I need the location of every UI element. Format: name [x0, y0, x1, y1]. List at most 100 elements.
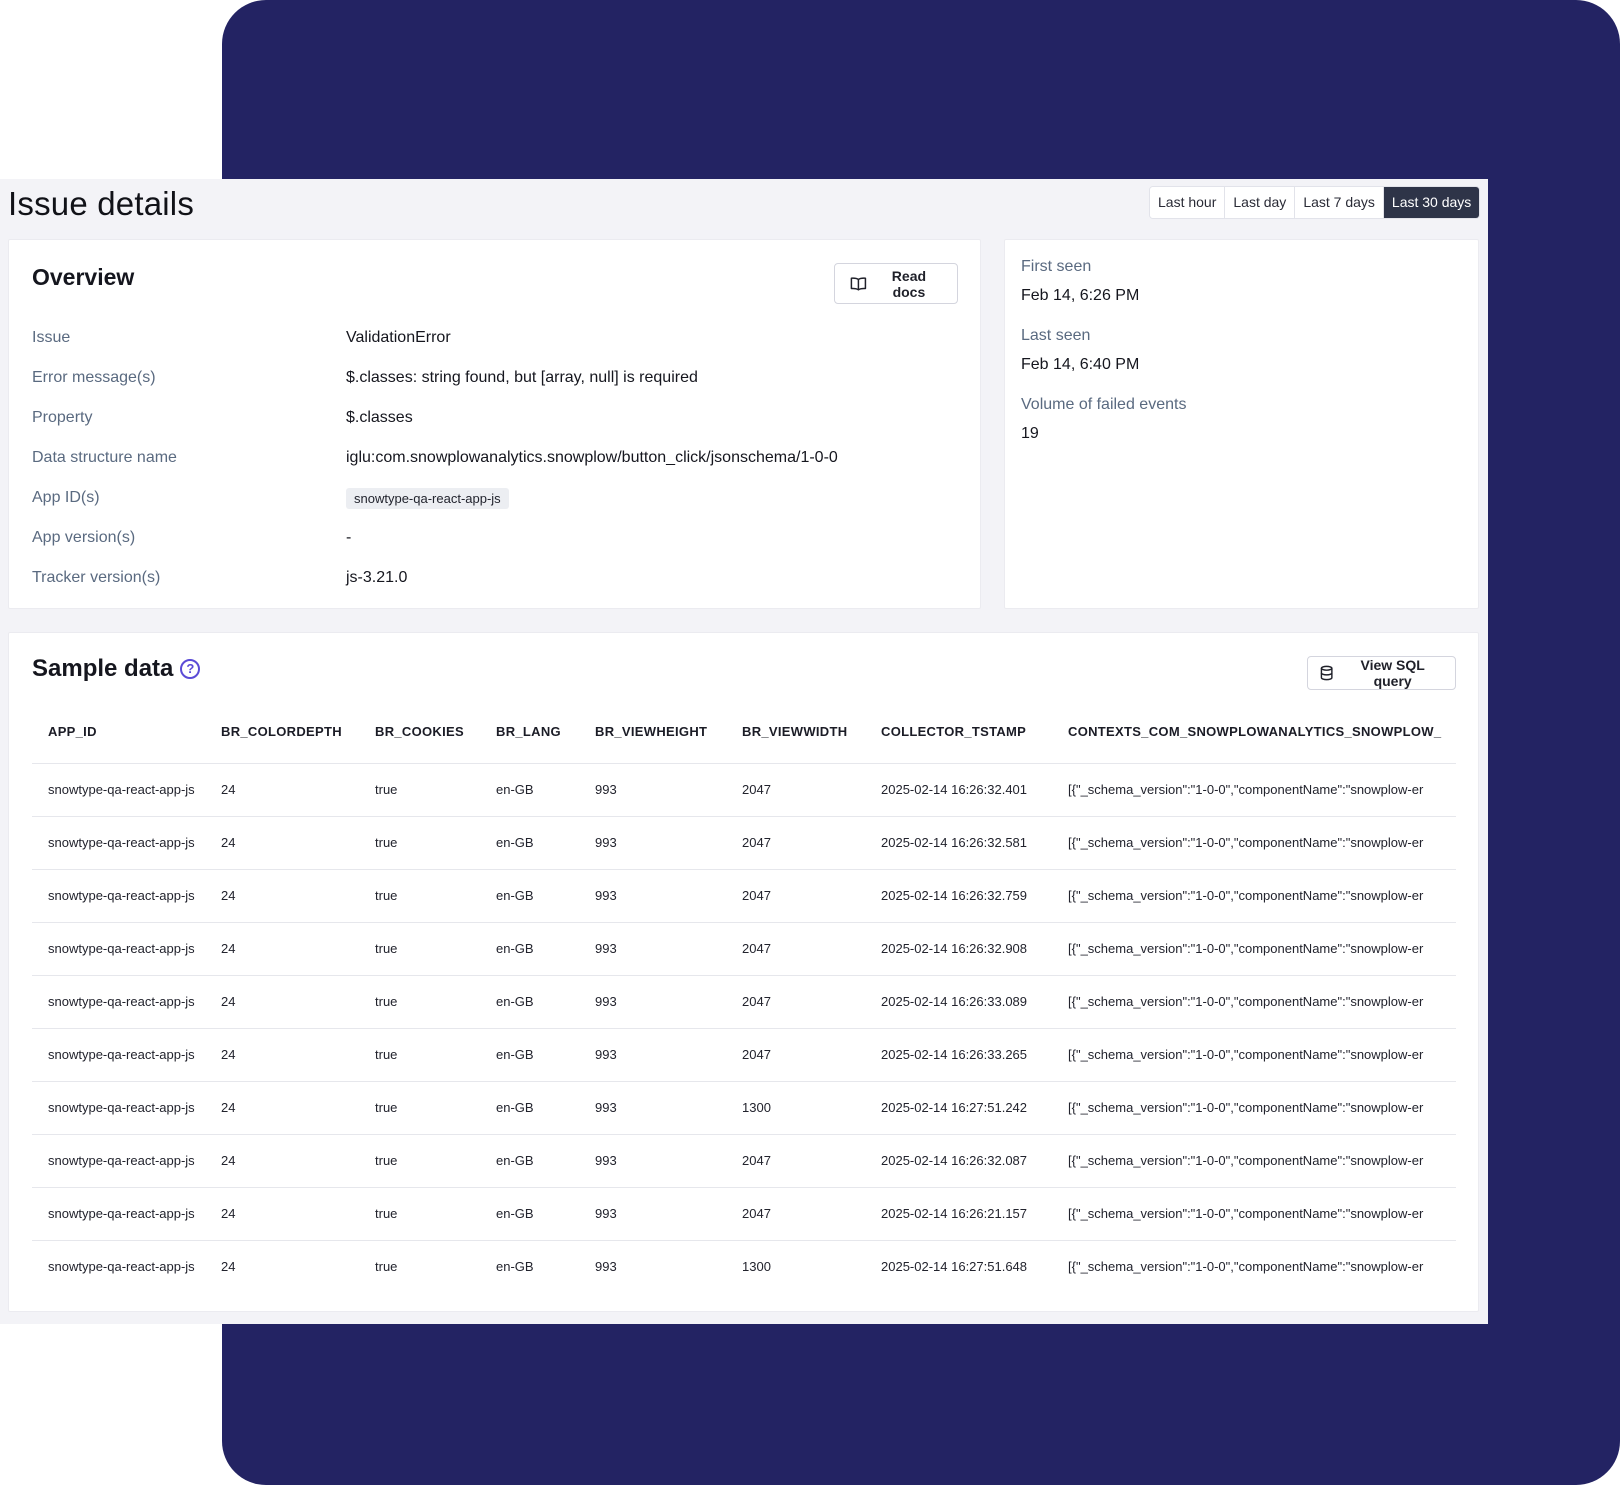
column-header[interactable]: BR_LANG [496, 701, 595, 764]
table-cell: 2025-02-14 16:26:32.087 [881, 1134, 1068, 1188]
read-docs-label: Read docs [891, 267, 927, 300]
table-cell: 993 [595, 869, 742, 923]
table-row: snowtype-qa-react-app-js 24 true en-GB 993 20… [32, 816, 1456, 870]
table-cell: en-GB [496, 1134, 595, 1188]
table-cell: 2047 [742, 816, 881, 870]
sample-data-table-container[interactable]: APP_ID BR_COLORDEPTH BR_COOKIES BR_LANG … [32, 701, 1456, 1293]
book-open-icon [850, 276, 867, 291]
table-cell: 993 [595, 975, 742, 1029]
table-cell: [{"_schema_version":"1-0-0","componentNa… [1068, 975, 1456, 1029]
table-cell: 24 [221, 1259, 236, 1275]
field-key: App version(s) [32, 529, 136, 546]
time-range-selector: Last hour Last day Last 7 days Last 30 d… [1149, 186, 1481, 219]
table-cell: true [375, 922, 496, 976]
field-tracker-versions: Tracker version(s) js-3.21.0 [32, 558, 952, 598]
table-cell: true [375, 1081, 496, 1135]
table-cell: [{"_schema_version":"1-0-0","componentNa… [1068, 1259, 1424, 1275]
table-row: snowtype-qa-react-app-js 24 true en-GB 993 13… [32, 1081, 1456, 1135]
table-cell: 2025-02-14 16:26:21.157 [881, 1187, 1068, 1241]
app-id-tag: snowtype-qa-react-app-js [346, 487, 509, 509]
field-value: iglu:com.snowplowanalytics.snowplow/butt… [346, 449, 838, 466]
column-header[interactable]: BR_COOKIES [375, 701, 496, 764]
database-icon [1320, 665, 1333, 681]
page-title: Issue details [8, 185, 195, 222]
table-cell: snowtype-qa-react-app-js [32, 922, 221, 976]
table-cell: [{"_schema_version":"1-0-0","componentNa… [1068, 1028, 1456, 1082]
field-error-messages: Error message(s) $.classes: string found… [32, 358, 952, 398]
field-value: - [346, 529, 352, 546]
table-cell: en-GB [496, 1028, 595, 1082]
table-cell: 993 [595, 1134, 742, 1188]
table-cell: 24 [221, 1187, 375, 1241]
range-last-day[interactable]: Last day [1225, 187, 1296, 218]
table-cell: en-GB [496, 1187, 595, 1241]
table-cell: snowtype-qa-react-app-js [32, 1134, 221, 1188]
table-cell: 993 [595, 1028, 742, 1082]
table-cell: 1300 [742, 1259, 771, 1275]
table-cell: [{"_schema_version":"1-0-0","componentNa… [1068, 922, 1456, 976]
table-row: snowtype-qa-react-app-js 24 true en-GB 993 20… [32, 869, 1456, 923]
field-value: js-3.21.0 [346, 569, 408, 586]
view-sql-label: View SQL query [1360, 657, 1425, 689]
field-value: ValidationError [346, 329, 451, 346]
column-header[interactable]: APP_ID [32, 701, 221, 764]
table-cell: snowtype-qa-react-app-js [32, 975, 221, 1029]
issue-details-panel: Issue details Last hour Last day Last 7 … [0, 179, 1488, 1324]
table-cell: [{"_schema_version":"1-0-0","componentNa… [1068, 1187, 1456, 1241]
table-cell: snowtype-qa-react-app-js [32, 869, 221, 923]
table-cell: 2047 [742, 1028, 881, 1082]
column-header[interactable]: CONTEXTS_COM_SNOWPLOWANALYTICS_SNOWPLOW_ [1068, 701, 1456, 764]
last-seen: Last seen Feb 14, 6:40 PM [1021, 327, 1139, 374]
field-value: snowtype-qa-react-app-js [346, 487, 509, 509]
last-seen-value: Feb 14, 6:40 PM [1021, 356, 1140, 373]
field-issue: Issue ValidationError [32, 318, 952, 358]
table-cell: 24 [221, 763, 375, 817]
range-last-7-days[interactable]: Last 7 days [1295, 187, 1384, 218]
field-key: Error message(s) [32, 369, 156, 386]
table-cell: 2025-02-14 16:27:51.648 [881, 1259, 1028, 1275]
field-app-ids: App ID(s) snowtype-qa-react-app-js [32, 478, 952, 518]
table-cell: snowtype-qa-react-app-js [32, 1081, 221, 1135]
read-docs-button[interactable]: Read docs [834, 263, 958, 304]
range-last-hour[interactable]: Last hour [1150, 187, 1226, 218]
first-seen: First seen Feb 14, 6:26 PM [1021, 258, 1139, 305]
table-row: snowtype-qa-react-app-js 24 true en-GB 993 13… [32, 1240, 1456, 1293]
table-cell: 2047 [742, 922, 881, 976]
table-cell: 993 [595, 1259, 617, 1275]
failed-events-volume: Volume of failed events 19 [1021, 396, 1186, 443]
table-row: snowtype-qa-react-app-js 24 true en-GB 993 20… [32, 922, 1456, 976]
first-seen-label: First seen [1021, 258, 1092, 275]
table-cell: [{"_schema_version":"1-0-0","componentNa… [1068, 1081, 1456, 1135]
view-sql-query-button[interactable]: View SQL query [1307, 656, 1456, 690]
sample-data-table: APP_ID BR_COLORDEPTH BR_COOKIES BR_LANG … [32, 701, 1456, 1293]
column-header[interactable]: BR_COLORDEPTH [221, 701, 375, 764]
field-value: $.classes [346, 409, 413, 426]
range-last-30-days[interactable]: Last 30 days [1383, 187, 1480, 218]
volume-label: Volume of failed events [1021, 396, 1187, 413]
table-cell: 2025-02-14 16:26:32.401 [881, 763, 1068, 817]
table-cell: 24 [221, 869, 375, 923]
column-header[interactable]: BR_VIEWHEIGHT [595, 701, 742, 764]
field-key: Property [32, 409, 93, 426]
column-header[interactable]: COLLECTOR_TSTAMP [881, 701, 1068, 764]
table-body: snowtype-qa-react-app-js 24 true en-GB 993 20… [32, 763, 1456, 1293]
column-header[interactable]: BR_VIEWWIDTH [742, 701, 881, 764]
table-cell: 2047 [742, 763, 881, 817]
table-cell: en-GB [496, 763, 595, 817]
overview-fields: Issue ValidationError Error message(s) $… [32, 318, 952, 598]
table-row: snowtype-qa-react-app-js 24 true en-GB 993 20… [32, 975, 1456, 1029]
table-cell: 24 [221, 1134, 375, 1188]
last-seen-label: Last seen [1021, 327, 1091, 344]
table-cell: snowtype-qa-react-app-js [32, 763, 221, 817]
field-key: Data structure name [32, 449, 177, 466]
table-cell: true [375, 1259, 398, 1275]
table-cell: [{"_schema_version":"1-0-0","componentNa… [1068, 816, 1456, 870]
field-key: App ID(s) [32, 489, 100, 506]
question-circle-icon[interactable]: ? [180, 659, 201, 679]
table-cell: 2025-02-14 16:27:51.242 [881, 1081, 1068, 1135]
field-key: Tracker version(s) [32, 569, 161, 586]
table-cell: true [375, 816, 496, 870]
table-cell: 2025-02-14 16:26:32.759 [881, 869, 1068, 923]
overview-card: Overview Read docs Issue ValidationError… [8, 239, 981, 609]
table-cell: snowtype-qa-react-app-js [32, 1028, 221, 1082]
